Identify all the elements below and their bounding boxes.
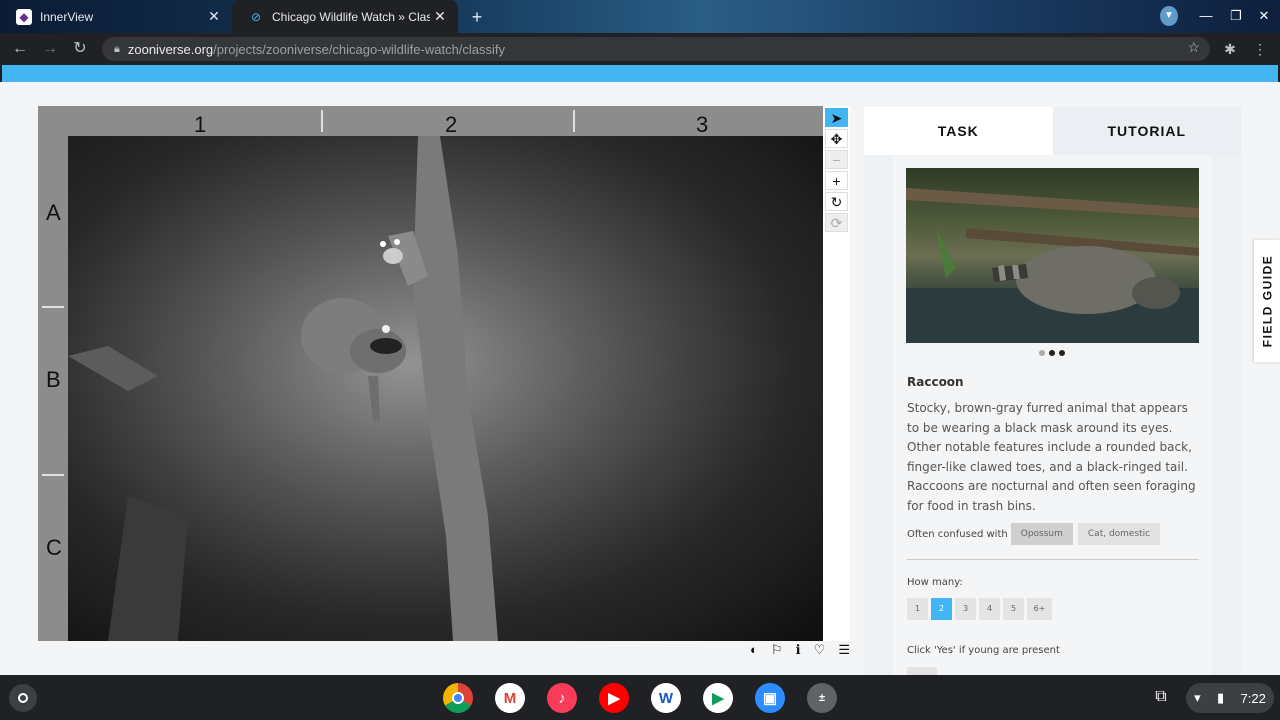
- browser-tab-innerview[interactable]: ◆ InnerView ✕: [0, 0, 232, 33]
- task-panel: TASK TUTORIAL Raccoon Stocky, brown-gray…: [864, 107, 1241, 675]
- minimize-window-button[interactable]: —: [1196, 6, 1216, 26]
- lock-icon: 🔒︎: [114, 42, 120, 55]
- how-many-options: 1 2 3 4 5 6+: [907, 598, 1052, 620]
- browser-tab-strip: ◆ InnerView ✕ ⊘ Chicago Wildlife Watch »…: [0, 0, 1280, 33]
- carousel-dot[interactable]: [1059, 350, 1065, 356]
- grid-row-divider: [42, 474, 64, 476]
- close-tab-icon[interactable]: ✕: [204, 8, 224, 25]
- back-arrow-icon[interactable]: ←: [10, 39, 30, 59]
- species-description: Stocky, brown-gray furred animal that ap…: [907, 401, 1196, 513]
- young-yes-button[interactable]: [907, 667, 937, 675]
- grid-column-divider: [573, 110, 575, 132]
- new-tab-button[interactable]: +: [466, 6, 488, 28]
- tab-tutorial[interactable]: TUTORIAL: [1052, 107, 1241, 155]
- carousel-dot[interactable]: [1049, 350, 1055, 356]
- field-guide-label: FIELD GUIDE: [1260, 254, 1275, 348]
- viewer-bottom-toolbar: ◐ ⚐ ℹ ♡ ☰: [750, 642, 850, 658]
- browser-toolbar: ← → ↻ 🔒︎ zooniverse.org /projects/zooniv…: [0, 33, 1280, 65]
- annotate-cursor-icon[interactable]: ➤: [825, 108, 848, 127]
- url-host: zooniverse.org: [127, 41, 214, 57]
- image-carousel-dots[interactable]: [1039, 350, 1065, 356]
- address-bar[interactable]: 🔒︎ zooniverse.org /projects/zooniverse/c…: [102, 37, 1210, 61]
- browser-tab-title: InnerView: [40, 9, 94, 24]
- species-detail: Raccoon Stocky, brown-gray furred animal…: [893, 155, 1212, 675]
- count-option-3[interactable]: 3: [955, 598, 976, 620]
- confused-with-row: Often confused with Opossum Cat, domesti…: [907, 523, 1162, 545]
- close-window-button[interactable]: ✕: [1254, 6, 1274, 26]
- task-panel-tabs: TASK TUTORIAL: [864, 107, 1241, 155]
- count-option-6-plus[interactable]: 6+: [1027, 598, 1052, 620]
- battery-icon: ▮: [1217, 690, 1225, 705]
- chrome-app-icon[interactable]: [443, 683, 473, 713]
- carousel-dot[interactable]: [1039, 350, 1045, 356]
- pan-move-icon[interactable]: ✥: [825, 129, 848, 148]
- count-option-2[interactable]: 2: [931, 598, 952, 620]
- rotate-icon[interactable]: ↻: [825, 192, 848, 211]
- zooniverse-logo-icon: ⊘: [250, 9, 262, 24]
- tote-holding-space-icon[interactable]: ⧉: [1150, 686, 1172, 708]
- profile-dropdown-icon[interactable]: ▼: [1160, 6, 1178, 26]
- grid-column-label: 2: [445, 112, 458, 137]
- grid-column-label: 3: [696, 112, 709, 137]
- field-guide-tab[interactable]: FIELD GUIDE: [1254, 240, 1280, 362]
- count-option-5[interactable]: 5: [1003, 598, 1024, 620]
- restore-window-button[interactable]: ❐: [1226, 6, 1246, 26]
- launcher-circle-icon: [18, 693, 28, 703]
- confused-with-label: Often confused with: [907, 528, 1008, 540]
- tab-task[interactable]: TASK: [864, 107, 1053, 155]
- count-option-1[interactable]: 1: [907, 598, 928, 620]
- subject-viewer[interactable]: 1 2 3 A B C: [38, 106, 823, 641]
- reload-icon[interactable]: ↻: [70, 39, 90, 59]
- bookmark-star-icon[interactable]: ☆: [1187, 39, 1200, 56]
- grid-row-label: C: [46, 535, 62, 560]
- youtube-app-icon[interactable]: ▶: [599, 683, 629, 713]
- grid-column-label: 1: [194, 112, 207, 137]
- gmail-app-icon[interactable]: M: [495, 683, 525, 713]
- grid-row-label: B: [46, 367, 61, 392]
- how-many-label: How many:: [907, 577, 963, 588]
- zoom-out-icon[interactable]: −: [825, 150, 848, 169]
- forward-arrow-icon[interactable]: →: [40, 39, 60, 59]
- zoom-in-icon[interactable]: +: [825, 171, 848, 190]
- url-path: /projects/zooniverse/chicago-wildlife-wa…: [213, 41, 506, 57]
- site-header-bar: [0, 65, 1280, 82]
- viewer-toolbar: ➤ ✥ − + ↻ ⟳: [823, 106, 850, 641]
- section-divider: [907, 559, 1199, 560]
- wifi-icon: ▾: [1194, 690, 1201, 705]
- zoom-app-icon[interactable]: ▣: [755, 683, 785, 713]
- close-tab-icon[interactable]: ✕: [430, 8, 450, 25]
- count-option-4[interactable]: 4: [979, 598, 1000, 620]
- collections-list-icon[interactable]: ☰: [838, 642, 850, 658]
- flag-icon[interactable]: ⚐: [771, 642, 783, 658]
- grid-row-label: A: [46, 200, 61, 225]
- confused-with-opossum-button[interactable]: Opossum: [1010, 523, 1073, 545]
- raccoon-example-photo: [906, 188, 1199, 343]
- play-store-app-icon[interactable]: ▶: [703, 683, 733, 713]
- browser-menu-icon[interactable]: ⋮: [1250, 39, 1270, 59]
- camera-trap-image[interactable]: [68, 136, 823, 641]
- grid-column-divider: [321, 110, 323, 132]
- info-icon[interactable]: ℹ: [796, 642, 801, 658]
- status-tray[interactable]: ▾ ▮ 7:22: [1186, 683, 1274, 713]
- launcher-button[interactable]: [9, 684, 37, 712]
- browser-tab-title: Chicago Wildlife Watch » Classi: [272, 9, 430, 24]
- species-name: Raccoon: [907, 375, 964, 389]
- innerview-logo-icon: ◆: [16, 8, 32, 25]
- confused-with-cat-button[interactable]: Cat, domestic: [1077, 523, 1161, 545]
- clock-time: 7:22: [1240, 690, 1266, 706]
- system-shelf: M ♪ ▶ W ▶ ▣ ± ⧉ ▾ ▮ 7:22: [0, 675, 1280, 720]
- favorite-heart-icon[interactable]: ♡: [814, 642, 826, 658]
- browser-tab-chicago-wildlife-watch[interactable]: ⊘ Chicago Wildlife Watch » Classi ✕: [232, 0, 458, 33]
- word-app-icon[interactable]: W: [651, 683, 681, 713]
- grid-row-divider: [42, 306, 64, 308]
- site-header-accent: [2, 65, 1278, 82]
- calculator-app-icon[interactable]: ±: [807, 683, 837, 713]
- night-raccoon-photo: [68, 136, 823, 641]
- species-example-image[interactable]: [906, 168, 1199, 343]
- invert-contrast-icon[interactable]: ◐: [750, 642, 758, 658]
- extensions-puzzle-icon[interactable]: ✱: [1220, 39, 1240, 59]
- reset-view-icon[interactable]: ⟳: [825, 213, 848, 232]
- young-present-label: Click 'Yes' if young are present: [907, 645, 1060, 656]
- music-app-icon[interactable]: ♪: [547, 683, 577, 713]
